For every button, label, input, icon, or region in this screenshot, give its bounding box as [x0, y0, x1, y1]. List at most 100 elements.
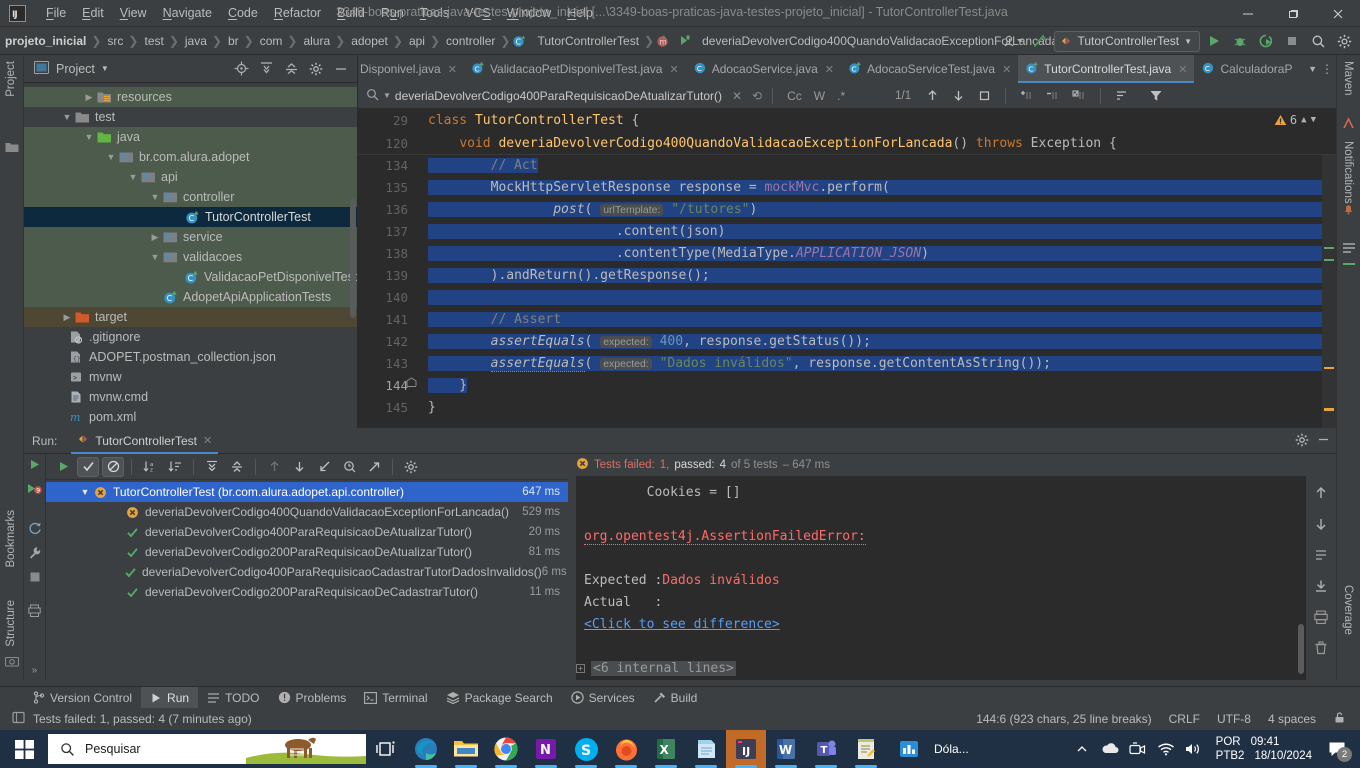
- bottom-tab-package-search[interactable]: Package Search: [437, 687, 562, 709]
- tree-item-adopet-api-application-tests[interactable]: C AdopetApiApplicationTests: [24, 287, 357, 307]
- close-icon[interactable]: ✕: [669, 63, 678, 76]
- sort-alphabetically-button[interactable]: az: [139, 457, 161, 477]
- wifi-icon[interactable]: [1152, 730, 1180, 768]
- tab-disponivel-java[interactable]: Disponivel.java ✕: [358, 55, 464, 83]
- run-configuration-selector[interactable]: TutorControllerTest ▼: [1054, 30, 1200, 52]
- breadcrumb[interactable]: projeto_inicial ❯ src ❯ test ❯ java ❯ br ❯ co…: [0, 33, 1063, 49]
- tree-item-package-root[interactable]: ▼ br.com.alura.adopet: [24, 147, 357, 167]
- warning-count-badge[interactable]: 6: [1274, 113, 1297, 127]
- hide-tool-window-button[interactable]: [329, 57, 353, 81]
- expand-fold-icon[interactable]: +: [576, 664, 585, 673]
- menu-navigate[interactable]: Navigate: [155, 3, 220, 23]
- taskbar-app-chrome[interactable]: [486, 730, 526, 768]
- tree-item-mvnw[interactable]: > mvnw: [24, 367, 357, 387]
- menu-file[interactable]: File: [38, 3, 74, 23]
- chevron-down-icon[interactable]: ▼: [148, 192, 162, 202]
- expand-all-tests-button[interactable]: [201, 457, 223, 477]
- soft-wrap-icon[interactable]: [1314, 548, 1328, 565]
- scroll-up-icon[interactable]: [1314, 486, 1328, 503]
- menu-edit[interactable]: Edit: [74, 3, 112, 23]
- breadcrumb-item-java[interactable]: java ❯: [180, 34, 223, 48]
- taskbar-app-firefox[interactable]: [606, 730, 646, 768]
- project-tree-scrollbar[interactable]: [350, 198, 356, 318]
- rerun-tests-button[interactable]: [52, 457, 74, 477]
- filter-button[interactable]: [1145, 86, 1167, 106]
- select-all-occurrences-button[interactable]: [973, 86, 995, 106]
- breadcrumb-item-com[interactable]: com ❯: [255, 34, 299, 48]
- minimize-button[interactable]: [1225, 0, 1270, 27]
- tree-item-pom-xml[interactable]: m pom.xml: [24, 407, 357, 427]
- volume-icon[interactable]: [1180, 730, 1208, 768]
- event-log-icon[interactable]: [12, 711, 25, 727]
- breadcrumb-item-br[interactable]: br ❯: [223, 34, 255, 48]
- breadcrumb-item-api[interactable]: api ❯: [404, 34, 441, 48]
- git-update-icon[interactable]: [1028, 29, 1052, 53]
- task-view-button[interactable]: [366, 730, 406, 768]
- find-previous-button[interactable]: [921, 86, 943, 106]
- rerun-failed-tests-button[interactable]: 9: [27, 482, 42, 499]
- chevron-down-icon[interactable]: ▼: [82, 132, 96, 142]
- run-settings-gear-icon[interactable]: [1295, 433, 1309, 450]
- menu-code[interactable]: Code: [220, 3, 266, 23]
- more-options-icon[interactable]: ⋮: [1321, 62, 1333, 76]
- sort-lines-button[interactable]: [1111, 86, 1133, 106]
- line-separator[interactable]: CRLF: [1169, 712, 1200, 726]
- test-row-passed-case[interactable]: deveriaDevolverCodigo200ParaRequisicaoDe…: [46, 542, 568, 562]
- wrench-icon[interactable]: [28, 546, 42, 563]
- chevron-right-icon[interactable]: ▶: [60, 312, 74, 323]
- test-tree[interactable]: ▼ TutorControllerTest (br.com.alura.adop…: [46, 480, 568, 602]
- next-test-button[interactable]: [288, 457, 310, 477]
- close-icon[interactable]: ✕: [203, 434, 212, 447]
- bottom-tab-services[interactable]: Services: [562, 687, 644, 709]
- previous-problem-icon[interactable]: ▲: [1301, 115, 1306, 125]
- taskbar-app-edge[interactable]: [406, 730, 446, 768]
- collapse-all-icon[interactable]: [279, 57, 303, 81]
- caret-position[interactable]: 144:6 (923 chars, 25 line breaks): [976, 712, 1151, 726]
- taskbar-widget-weather[interactable]: [886, 730, 932, 768]
- tree-item-gitignore[interactable]: .gitignore: [24, 327, 357, 347]
- chevron-down-icon[interactable]: ▼: [60, 112, 74, 122]
- breadcrumb-item-class[interactable]: C TutorControllerTest ❯: [511, 33, 655, 49]
- console-scrollbar[interactable]: [1298, 624, 1304, 674]
- editor-tabs[interactable]: Disponivel.java ✕ C ValidacaoPetDisponiv…: [358, 55, 1336, 83]
- jump-to-source-button[interactable]: [313, 457, 335, 477]
- code-inspection-icon[interactable]: [1341, 240, 1357, 259]
- user-avatar-dropdown[interactable]: [1002, 29, 1026, 53]
- lock-icon[interactable]: [1333, 711, 1346, 727]
- chevron-right-icon[interactable]: ▶: [148, 232, 162, 243]
- find-next-button[interactable]: [947, 86, 969, 106]
- tree-item-resources[interactable]: ▶ resources: [24, 87, 357, 107]
- chevron-down-icon[interactable]: ▼: [126, 172, 140, 182]
- regex-toggle[interactable]: .*: [833, 89, 849, 103]
- menu-refactor[interactable]: Refactor: [266, 3, 329, 23]
- menu-view[interactable]: View: [112, 3, 155, 23]
- close-icon[interactable]: ✕: [1002, 63, 1011, 76]
- settings-gear-icon[interactable]: [1332, 29, 1356, 53]
- bottom-tab-todo[interactable]: TODO: [198, 687, 268, 709]
- close-button[interactable]: [1315, 0, 1360, 27]
- chevron-down-icon[interactable]: ▼: [101, 64, 109, 73]
- tree-item-service[interactable]: ▶ service: [24, 227, 357, 247]
- stripe-item-bookmarks[interactable]: Bookmarks: [5, 510, 17, 568]
- start-button[interactable]: [0, 730, 48, 768]
- stripe-item-maven[interactable]: Maven: [1342, 61, 1354, 96]
- file-encoding[interactable]: UTF-8: [1217, 712, 1251, 726]
- scroll-down-icon[interactable]: [1314, 517, 1328, 534]
- clear-console-icon[interactable]: [1314, 641, 1328, 658]
- search-everywhere-icon[interactable]: [1306, 29, 1330, 53]
- test-row-passed-case[interactable]: deveriaDevolverCodigo400ParaRequisicaoDe…: [46, 522, 568, 542]
- project-tree[interactable]: ▶ resources ▼ test ▼ java ▼ br.com.alura…: [24, 83, 357, 428]
- tree-item-validacao-pet-disponivel-test[interactable]: C ValidacaoPetDisponivelTest: [24, 267, 357, 287]
- stripe-item-notifications[interactable]: Notifications: [1342, 141, 1354, 204]
- notification-center-button[interactable]: 2: [1320, 730, 1354, 768]
- test-settings-gear-icon[interactable]: [400, 457, 422, 477]
- bottom-tab-problems[interactable]: Problems: [269, 687, 356, 709]
- stripe-item-coverage[interactable]: Coverage: [1342, 585, 1354, 635]
- taskbar-search-box[interactable]: Pesquisar: [48, 734, 366, 764]
- taskbar-app-excel[interactable]: X: [646, 730, 686, 768]
- taskbar-app-teams[interactable]: T: [806, 730, 846, 768]
- tree-item-mvnw-cmd[interactable]: mvnw.cmd: [24, 387, 357, 407]
- add-line-button[interactable]: [1016, 86, 1038, 106]
- taskbar-app-skype[interactable]: S: [566, 730, 606, 768]
- breadcrumb-item-adopet[interactable]: adopet ❯: [346, 34, 404, 48]
